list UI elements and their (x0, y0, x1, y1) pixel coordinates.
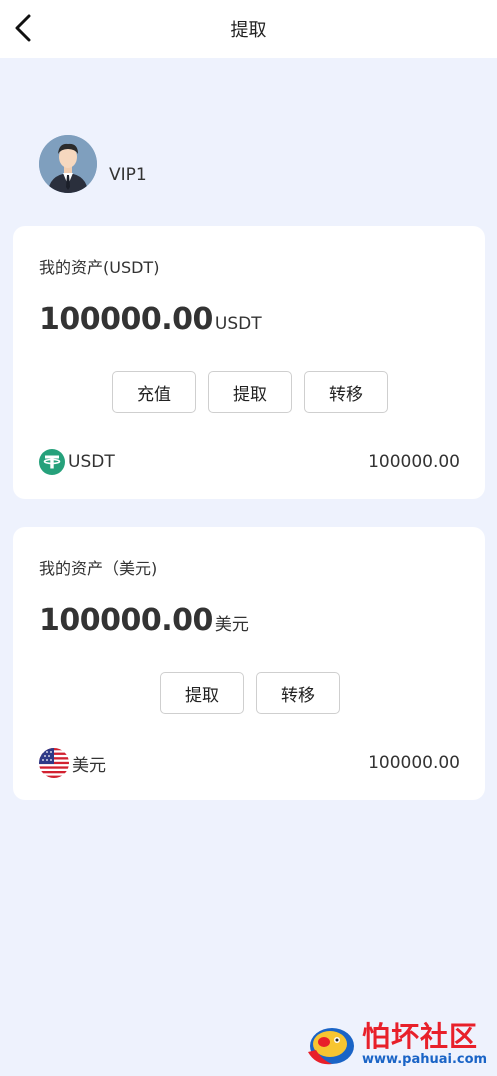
vip-level: VIP1 (109, 165, 147, 185)
withdraw-button[interactable]: 提取 (160, 672, 244, 714)
transfer-button[interactable]: 转移 (256, 672, 340, 714)
amount-unit: USDT (214, 314, 262, 334)
watermark-title: 怕坏社区 (362, 1020, 479, 1053)
balance-amount: 100000.00 USDT (39, 302, 262, 337)
watermark-logo: 怕坏社区 www.pahuai.com (302, 1018, 492, 1072)
back-button[interactable] (10, 12, 36, 44)
card-title: 我的资产（美元) (39, 559, 158, 578)
balance-amount: 100000.00 美元 (39, 603, 249, 638)
avatar (39, 135, 97, 193)
asset-name: 美元 (72, 755, 106, 776)
chevron-left-icon (15, 14, 31, 42)
top-nav-bar: 提取 (0, 0, 497, 58)
usdt-asset-card: 我的资产(USDT) 100000.00 USDT 充值 提取 转移 USDT … (13, 226, 485, 499)
amount-unit: 美元 (214, 615, 249, 635)
deposit-button[interactable]: 充值 (112, 371, 196, 413)
watermark-mascot-icon (308, 1028, 354, 1065)
transfer-button[interactable]: 转移 (304, 371, 388, 413)
us-flag-icon (39, 748, 69, 778)
amount-value: 100000.00 (39, 302, 213, 337)
asset-name: USDT (68, 452, 115, 472)
withdraw-button[interactable]: 提取 (208, 371, 292, 413)
asset-row: 美元 100000.00 (39, 748, 460, 778)
asset-value: 100000.00 (368, 452, 460, 472)
page-title: 提取 (230, 20, 267, 41)
amount-value: 100000.00 (39, 603, 213, 638)
profile-section: VIP1 (39, 135, 147, 193)
card-title: 我的资产(USDT) (39, 258, 160, 277)
tether-icon (39, 449, 65, 475)
watermark-url: www.pahuai.com (362, 1052, 488, 1067)
asset-row: USDT 100000.00 (39, 448, 460, 476)
asset-value: 100000.00 (368, 753, 460, 773)
usd-asset-card: 我的资产（美元) 100000.00 美元 提取 转移 美元 100000.00 (13, 527, 485, 800)
